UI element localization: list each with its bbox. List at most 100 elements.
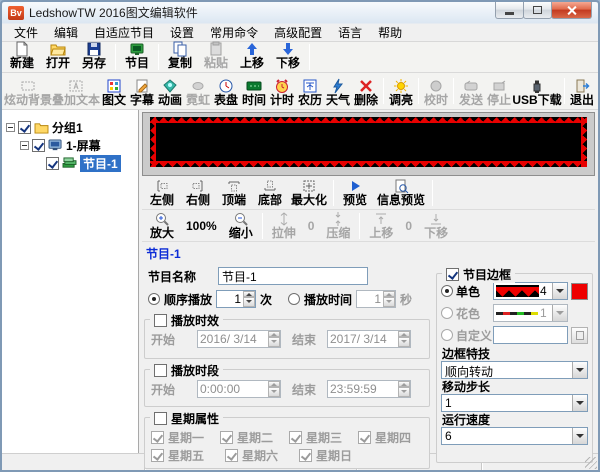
animation-button[interactable]: 动画: [156, 77, 184, 108]
toolbar-separator: [432, 180, 433, 206]
collapse-icon[interactable]: [20, 141, 29, 150]
led-screen-canvas[interactable]: [150, 117, 587, 167]
digital-time-icon: [246, 78, 262, 94]
resize-grip[interactable]: [585, 457, 597, 469]
maximize-button[interactable]: [523, 2, 552, 19]
color-swatch-button[interactable]: [571, 283, 588, 300]
led-border-bottom: [150, 161, 587, 167]
paste-button: 粘贴: [198, 40, 234, 71]
open-folder-icon: [50, 41, 66, 57]
window-controls: [496, 2, 592, 19]
align-left-button[interactable]: 左侧: [144, 177, 180, 208]
menu-help[interactable]: 帮助: [370, 23, 410, 42]
program-button[interactable]: 节目: [119, 40, 155, 71]
graphic-text-button[interactable]: 图文: [100, 77, 128, 108]
app-window: Bv LedshowTW 2016图文编辑软件 文件 编辑 自适应节目 设置 常…: [0, 0, 600, 472]
start-date-label: 开始: [151, 331, 193, 348]
align-bottom-button[interactable]: 底部: [252, 177, 288, 208]
week-checkbox[interactable]: [154, 412, 167, 425]
lightning-icon: [330, 78, 346, 94]
exit-button[interactable]: 退出: [568, 77, 596, 108]
new-button[interactable]: 新建: [4, 40, 40, 71]
single-color-radio[interactable]: [441, 285, 453, 297]
close-button[interactable]: [551, 2, 592, 19]
combo-arrow-button[interactable]: [572, 395, 587, 411]
folder-icon: [34, 121, 49, 134]
dial-button[interactable]: 表盘: [212, 77, 240, 108]
zoom-in-button[interactable]: 放大: [144, 210, 180, 241]
dazzle-background-icon: [20, 78, 36, 94]
pattern-color-combo: 1: [493, 304, 568, 322]
save-icon: [86, 41, 102, 57]
maximize-area-button[interactable]: 最大化: [288, 177, 330, 208]
toolbar-separator: [115, 44, 116, 70]
move-up-button[interactable]: 上移: [234, 40, 270, 71]
play-time-spinner: 1: [356, 290, 396, 308]
info-preview-button[interactable]: 信息预览: [373, 177, 429, 208]
minimize-icon: [505, 12, 514, 15]
graphic-text-icon: [106, 78, 122, 94]
weekday-checkbox: [299, 449, 312, 462]
move-step-combo[interactable]: 1: [441, 394, 588, 412]
timer-button[interactable]: 计时: [268, 77, 296, 108]
valid-period-checkbox[interactable]: [154, 314, 167, 327]
group-checkbox[interactable]: [18, 121, 31, 134]
paste-icon: [208, 41, 224, 57]
led-border-right: [581, 117, 587, 167]
border-effect-combo[interactable]: 顺向转动: [441, 361, 588, 379]
maximize-icon: [533, 6, 542, 14]
tree-node-program[interactable]: 节目-1: [34, 154, 136, 172]
sequence-play-radio[interactable]: [148, 293, 160, 305]
time-button[interactable]: 时间: [240, 77, 268, 108]
move-down-button[interactable]: 下移: [270, 40, 306, 71]
zoom-out-button[interactable]: 缩小: [223, 210, 259, 241]
save-as-button[interactable]: 另存: [76, 40, 112, 71]
play-time-radio[interactable]: [288, 293, 300, 305]
align-top-icon: [226, 178, 242, 194]
border-checkbox[interactable]: [446, 268, 459, 281]
move-up-gray-icon: [373, 211, 389, 227]
usb-download-button[interactable]: USB下载: [513, 77, 561, 108]
align-top-button[interactable]: 顶端: [216, 177, 252, 208]
time-range-checkbox[interactable]: [154, 364, 167, 377]
combo-arrow-button[interactable]: [552, 283, 567, 299]
combo-arrow-button[interactable]: [572, 362, 587, 378]
collapse-icon[interactable]: [6, 123, 15, 132]
menu-language[interactable]: 语言: [330, 23, 370, 42]
toolbar-separator: [359, 213, 360, 239]
combo-arrow-button[interactable]: [572, 428, 587, 444]
program-name-input[interactable]: [218, 267, 368, 285]
align-right-button[interactable]: 右侧: [180, 177, 216, 208]
subtitle-button[interactable]: 字幕: [128, 77, 156, 108]
stretch-button: 拉伸: [266, 210, 302, 241]
subtitle-icon: [134, 78, 150, 94]
copy-button[interactable]: 复制: [162, 40, 198, 71]
minimize-button[interactable]: [495, 2, 524, 19]
lunar-button[interactable]: 农历: [296, 77, 324, 108]
brightness-button[interactable]: 调亮: [387, 77, 415, 108]
right-panel: 左侧 右侧 顶端 底部 最大化 预览: [139, 110, 598, 453]
sync-time-icon: [428, 78, 444, 94]
sequence-count-spinner[interactable]: 1: [216, 290, 256, 308]
weekday-checkbox: [225, 449, 238, 462]
single-color-combo[interactable]: 4: [493, 282, 568, 300]
spin-down-button[interactable]: [243, 297, 255, 307]
status-cell: [2, 454, 145, 470]
end-date-field: 2017/ 3/14: [327, 330, 411, 348]
weather-button[interactable]: 天气: [324, 77, 352, 108]
delete-button[interactable]: 删除: [352, 77, 380, 108]
form-right-column: 节目边框 单色 4: [436, 266, 593, 469]
tree-node-group[interactable]: 分组1: [6, 118, 136, 136]
zoom-toolbar: 放大 100% 缩小 拉伸 0 压缩 上移 0: [142, 210, 595, 242]
open-button[interactable]: 打开: [40, 40, 76, 71]
screen-checkbox[interactable]: [32, 139, 45, 152]
program-checkbox[interactable]: [46, 157, 59, 170]
form-left-column: 节目名称 顺序播放 1 次: [144, 266, 430, 469]
seconds-suffix-label: 秒: [400, 291, 412, 308]
align-left-icon: [154, 178, 170, 194]
run-speed-combo[interactable]: 6: [441, 427, 588, 445]
toolbar-separator: [383, 78, 384, 104]
preview-button[interactable]: 预览: [337, 177, 373, 208]
tree-node-screen[interactable]: 1-屏幕: [20, 136, 136, 154]
browse-icon: [576, 331, 584, 340]
